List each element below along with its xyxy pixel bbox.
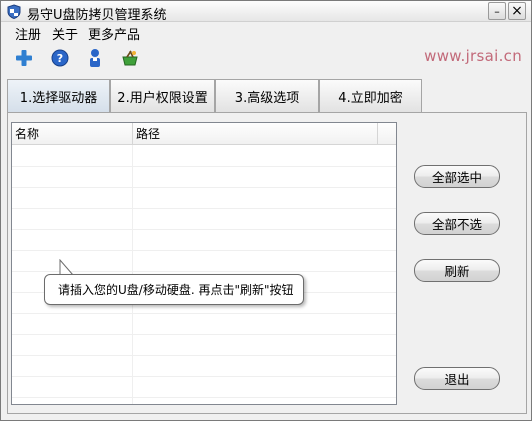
grid-line: [12, 208, 396, 209]
grid-line: [12, 376, 396, 377]
menu-bar: 注册 关于 更多产品: [1, 22, 531, 43]
menu-register[interactable]: 注册: [15, 24, 41, 43]
window-title: 易守U盘防拷贝管理系统: [27, 8, 167, 23]
grid-line: [12, 250, 396, 251]
grid-line: [12, 334, 396, 335]
help-icon: ?: [51, 49, 69, 67]
grid-line: [12, 313, 396, 314]
exit-button[interactable]: 退出: [414, 367, 500, 390]
add-icon: [16, 50, 32, 66]
close-button[interactable]: ×: [508, 2, 526, 20]
refresh-button[interactable]: 刷新: [414, 259, 500, 282]
basket-button[interactable]: [119, 47, 141, 69]
drive-list-header: 名称 路径: [12, 123, 396, 145]
tab-select-drive[interactable]: 1.选择驱动器: [7, 79, 110, 112]
help-button[interactable]: ?: [49, 47, 71, 69]
menu-more-products[interactable]: 更多产品: [88, 24, 140, 43]
menu-about[interactable]: 关于: [52, 24, 78, 43]
select-all-button[interactable]: 全部选中: [414, 165, 500, 188]
hint-tooltip: 请插入您的U盘/移动硬盘. 再点击"刷新"按钮: [44, 274, 304, 305]
title-bar[interactable]: 易守U盘防拷贝管理系统 – ×: [1, 1, 531, 23]
minimize-icon: –: [494, 4, 500, 18]
grid-line: [12, 229, 396, 230]
column-path[interactable]: 路径: [133, 123, 378, 145]
user-icon: [90, 49, 100, 67]
tab-advanced-options[interactable]: 3.高级选项: [215, 79, 319, 112]
hint-tooltip-text: 请插入您的U盘/移动硬盘. 再点击"刷新"按钮: [58, 283, 294, 297]
grid-line: [12, 166, 396, 167]
add-button[interactable]: [13, 47, 35, 69]
basket-icon: [122, 50, 138, 66]
user-button[interactable]: [84, 47, 106, 69]
grid-line: [12, 355, 396, 356]
deselect-all-button[interactable]: 全部不选: [414, 212, 500, 235]
tab-encrypt-now[interactable]: 4.立即加密: [319, 79, 422, 112]
close-icon: ×: [511, 3, 523, 19]
svg-text:?: ?: [57, 52, 63, 65]
app-shield-icon: [6, 4, 22, 20]
watermark-url: www.jrsai.cn: [424, 47, 522, 65]
tab-user-permissions[interactable]: 2.用户权限设置: [110, 79, 215, 112]
app-window: 易守U盘防拷贝管理系统 – × 注册 关于 更多产品 ? www.jrsai.c…: [0, 0, 532, 421]
tab-panel: 名称 路径 全部选中 全部不选 刷新 退出: [7, 112, 527, 414]
column-name[interactable]: 名称: [12, 123, 133, 145]
minimize-button[interactable]: –: [488, 2, 506, 20]
grid-line: [12, 187, 396, 188]
grid-line: [12, 397, 396, 398]
